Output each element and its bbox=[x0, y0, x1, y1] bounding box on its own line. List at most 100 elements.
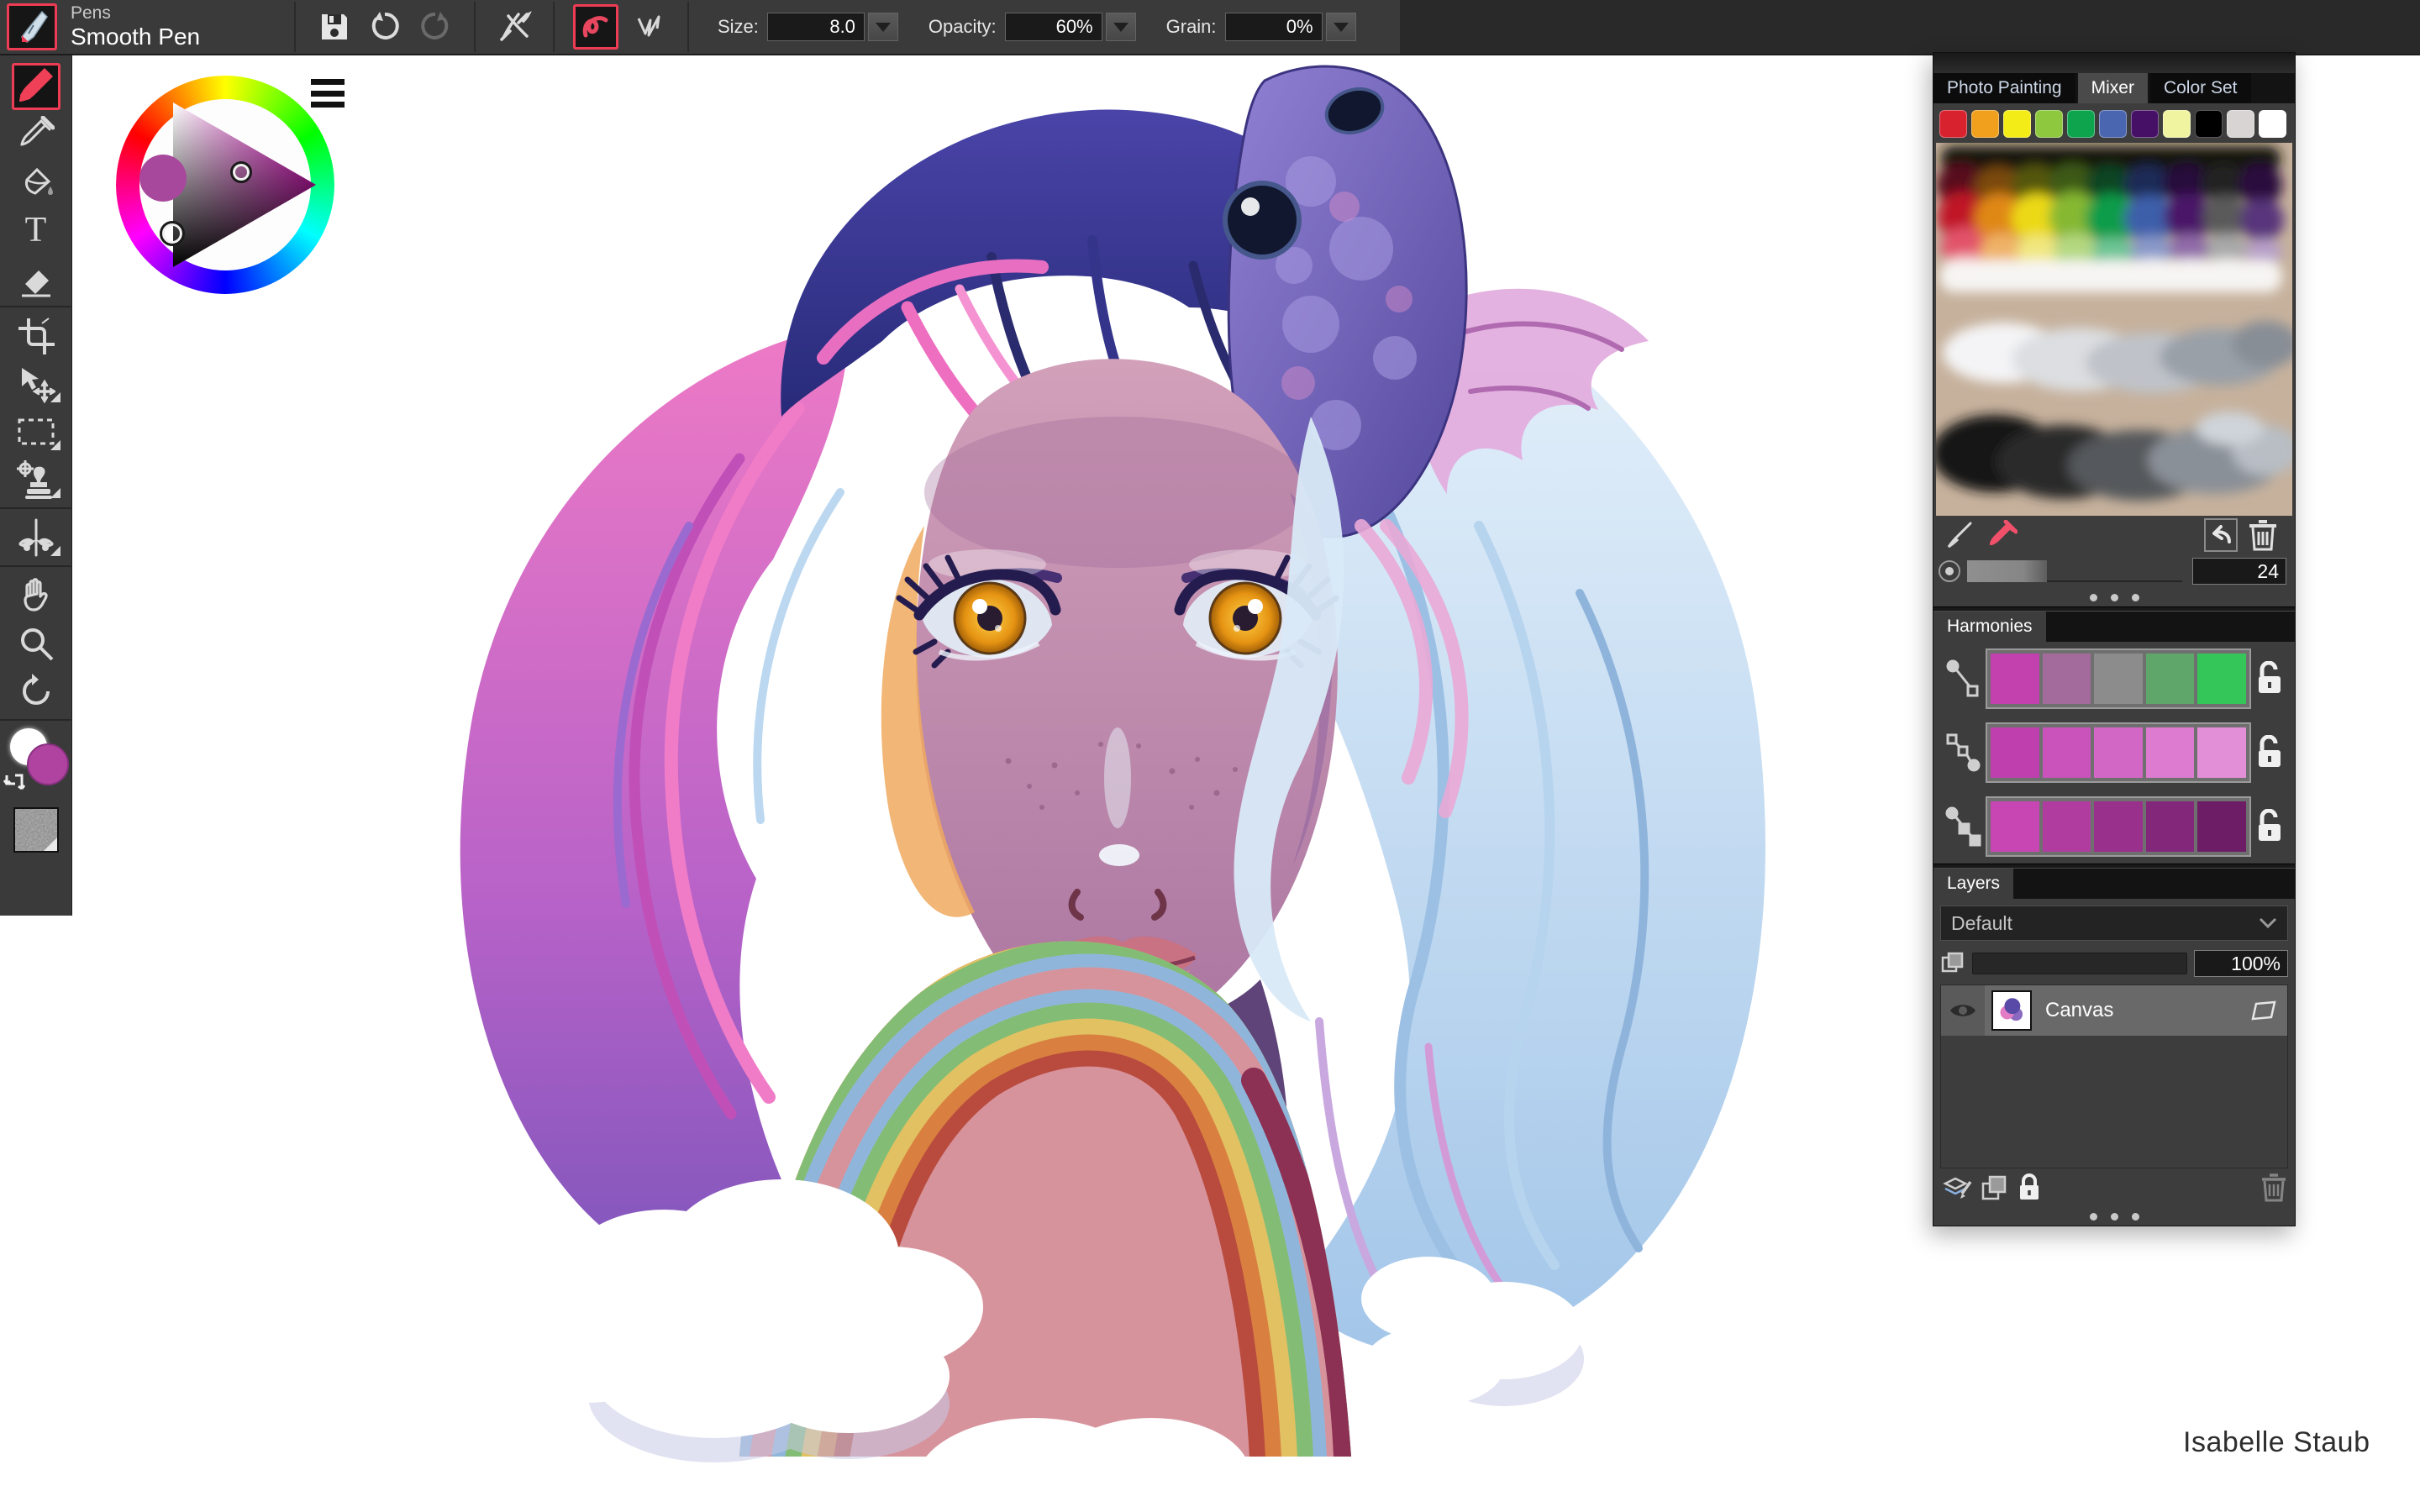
tool-crop[interactable] bbox=[0, 312, 72, 360]
brush-size-value[interactable]: 24 bbox=[2192, 558, 2286, 585]
slider-knob-icon[interactable] bbox=[1939, 560, 1960, 582]
redo-button[interactable] bbox=[415, 3, 455, 50]
tool-mirror-painting[interactable] bbox=[0, 513, 72, 561]
duplicate-layer-icon[interactable] bbox=[1981, 1174, 2009, 1201]
color-swatch[interactable] bbox=[2197, 727, 2246, 778]
opacity-input[interactable]: 60% bbox=[1005, 13, 1102, 41]
blend-mode-dropdown[interactable]: Default bbox=[1940, 906, 2288, 941]
color-swatch[interactable] bbox=[2035, 110, 2063, 138]
color-swatch[interactable] bbox=[2094, 801, 2143, 852]
color-swatch[interactable] bbox=[2197, 654, 2246, 704]
tab-color-set[interactable]: Color Set bbox=[2150, 73, 2251, 103]
color-swatch[interactable] bbox=[2131, 110, 2159, 138]
swap-colors-icon[interactable] bbox=[3, 772, 25, 794]
color-swatch[interactable] bbox=[1991, 654, 2039, 704]
tool-cloner[interactable] bbox=[0, 455, 72, 503]
tool-rectangular-selection[interactable] bbox=[0, 407, 72, 455]
color-swatch[interactable] bbox=[2197, 801, 2246, 852]
layer-row-canvas[interactable]: Canvas bbox=[1941, 985, 2287, 1036]
clear-trash-icon[interactable] bbox=[2244, 518, 2281, 552]
color-swatch[interactable] bbox=[1991, 727, 2039, 778]
layer-opacity-value[interactable]: 100% bbox=[2194, 950, 2288, 977]
color-swatch[interactable] bbox=[1991, 801, 2039, 852]
color-swatch[interactable] bbox=[2227, 110, 2254, 138]
tool-text[interactable]: T bbox=[0, 206, 72, 254]
color-swatch[interactable] bbox=[2003, 110, 2031, 138]
color-swatch[interactable] bbox=[2146, 801, 2195, 852]
tool-layer-adjuster[interactable] bbox=[0, 360, 72, 407]
color-swatch[interactable] bbox=[2146, 654, 2195, 704]
saturation-cursor[interactable] bbox=[230, 161, 252, 183]
layers-title[interactable]: Layers bbox=[1933, 869, 2013, 899]
main-color-swatch[interactable] bbox=[27, 743, 69, 785]
lock-layer-icon[interactable] bbox=[2018, 1173, 2041, 1202]
layer-opacity-track[interactable] bbox=[1972, 953, 2187, 974]
color-swatch[interactable] bbox=[2195, 110, 2223, 138]
brush-selector-icon[interactable] bbox=[7, 3, 57, 50]
color-swatch[interactable] bbox=[2099, 110, 2127, 138]
harmony-type-icon[interactable] bbox=[1940, 727, 1986, 778]
panel-grip[interactable] bbox=[1933, 588, 2295, 606]
mixer-dropper-icon[interactable] bbox=[1984, 518, 2021, 552]
harmonies-title[interactable]: Harmonies bbox=[1933, 612, 2046, 642]
main-color-selector[interactable] bbox=[0, 725, 72, 799]
stroke-preview-selected-icon[interactable] bbox=[573, 4, 618, 50]
tool-eraser[interactable] bbox=[0, 254, 72, 302]
color-swatch[interactable] bbox=[2094, 654, 2143, 704]
harmony-swatches bbox=[1986, 722, 2251, 783]
tool-grabber[interactable] bbox=[0, 571, 72, 619]
stroke-preview-icon[interactable] bbox=[629, 3, 669, 50]
save-button[interactable] bbox=[314, 3, 355, 50]
color-swatch[interactable] bbox=[2163, 110, 2191, 138]
color-swatch[interactable] bbox=[2067, 110, 2095, 138]
opacity-dropdown-button[interactable] bbox=[1106, 13, 1136, 41]
paper-texture-selector[interactable] bbox=[13, 807, 59, 853]
grain-input[interactable]: 0% bbox=[1225, 13, 1323, 41]
brush-size-track[interactable] bbox=[1967, 560, 2182, 582]
tool-dropper[interactable] bbox=[0, 110, 72, 158]
color-panel-menu-icon[interactable] bbox=[311, 79, 345, 108]
color-wheel[interactable] bbox=[108, 67, 360, 319]
unlock-icon[interactable] bbox=[2251, 803, 2288, 850]
brush-ghost-icon[interactable] bbox=[494, 3, 534, 50]
color-swatch[interactable] bbox=[2094, 727, 2143, 778]
color-swatch[interactable] bbox=[2146, 727, 2195, 778]
size-dropdown-button[interactable] bbox=[868, 13, 898, 41]
tool-brush[interactable] bbox=[0, 62, 72, 110]
mixer-brush-icon[interactable] bbox=[1942, 518, 1979, 552]
chevron-down-icon bbox=[1334, 23, 1349, 32]
mixer-pad[interactable] bbox=[1936, 143, 2292, 516]
harmony-swatches bbox=[1986, 648, 2251, 709]
opacity-label: Opacity: bbox=[929, 16, 997, 38]
unlock-icon[interactable] bbox=[2251, 655, 2288, 702]
chevron-down-icon bbox=[1113, 23, 1128, 32]
unlock-icon[interactable] bbox=[2251, 729, 2288, 776]
layer-commands-icon[interactable] bbox=[1942, 1173, 1972, 1202]
tab-photo-painting[interactable]: Photo Painting bbox=[1933, 73, 2075, 103]
layer-opacity-row: 100% bbox=[1933, 946, 2295, 981]
layers-command-bar bbox=[1933, 1168, 2295, 1207]
color-swatch[interactable] bbox=[2043, 727, 2091, 778]
panel-header-strip[interactable] bbox=[1933, 53, 2295, 73]
undo-button[interactable] bbox=[365, 3, 405, 50]
mixer-toolbar bbox=[1933, 516, 2295, 554]
harmony-type-icon[interactable] bbox=[1940, 654, 1986, 704]
color-swatch[interactable] bbox=[1939, 110, 1967, 138]
delete-layer-icon[interactable] bbox=[2261, 1173, 2286, 1202]
layer-visibility-toggle[interactable] bbox=[1941, 985, 1985, 1036]
color-swatch[interactable] bbox=[2043, 654, 2091, 704]
color-swatch[interactable] bbox=[1971, 110, 1999, 138]
tool-magnifier[interactable] bbox=[0, 619, 72, 667]
tab-mixer[interactable]: Mixer bbox=[2078, 73, 2148, 103]
harmony-type-icon[interactable] bbox=[1940, 801, 1986, 852]
color-swatch[interactable] bbox=[2259, 110, 2286, 138]
hue-cursor[interactable] bbox=[160, 221, 185, 246]
grain-dropdown-button[interactable] bbox=[1326, 13, 1356, 41]
color-swatch[interactable] bbox=[2043, 801, 2091, 852]
layer-thumbnail[interactable] bbox=[1991, 990, 2032, 1031]
tool-rotate-page[interactable] bbox=[0, 667, 72, 715]
reset-canvas-icon[interactable] bbox=[2202, 518, 2239, 552]
tool-paint-bucket[interactable] bbox=[0, 158, 72, 206]
size-input[interactable]: 8.0 bbox=[767, 13, 865, 41]
panel-grip[interactable] bbox=[1933, 1207, 2295, 1226]
